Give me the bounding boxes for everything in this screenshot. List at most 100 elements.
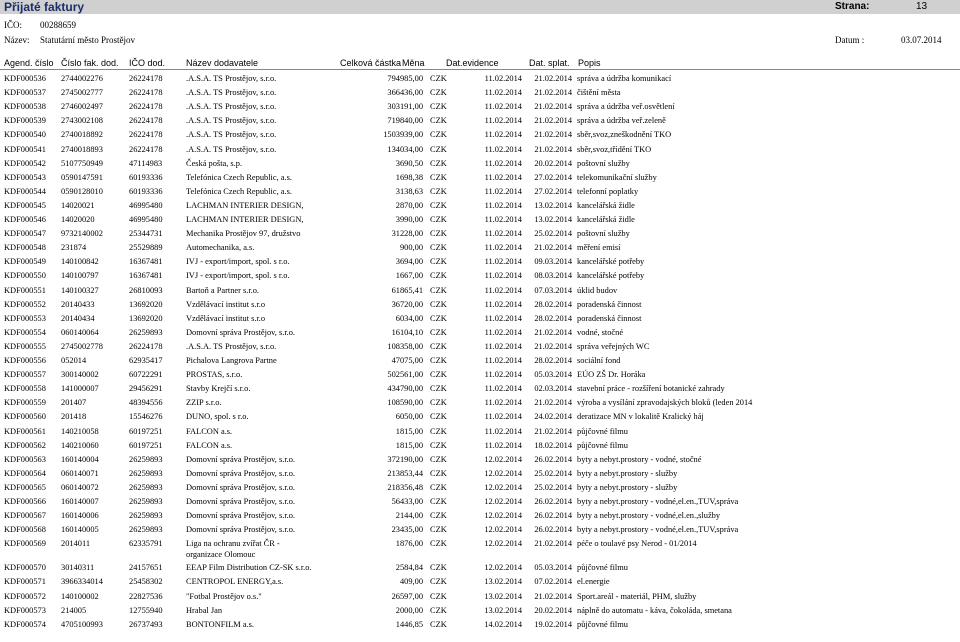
row-date-due: 21.02.2014 xyxy=(534,144,572,154)
row-date-evidence: 11.02.2014 xyxy=(484,243,522,253)
row-amount: 2000,00 xyxy=(395,605,423,615)
table-row: KDF000559 201407 48394556 ZZIP s.r.o. 108590… xyxy=(0,397,960,410)
table-row: KDF000560 201418 15546276 DUNO, spol. s r.o… xyxy=(0,411,960,424)
row-agenda: KDF000567 xyxy=(4,511,46,521)
row-supplier-name: .A.S.A. TS Prostějov, s.r.o. xyxy=(186,102,277,112)
row-agenda: KDF000549 xyxy=(4,257,46,267)
row-date-due: 21.02.2014 xyxy=(534,74,572,83)
row-agenda: KDF000544 xyxy=(4,186,46,196)
row-currency: CZK xyxy=(430,370,447,380)
row-invoice-number: 2743002108 xyxy=(61,116,103,126)
row-currency: CZK xyxy=(430,511,447,521)
row-agenda: KDF000547 xyxy=(4,229,46,239)
row-date-evidence: 11.02.2014 xyxy=(484,370,522,380)
row-invoice-number: 0590128010 xyxy=(61,186,103,196)
row-supplier-name: BONTONFILM a.s. xyxy=(186,619,255,629)
row-date-evidence: 11.02.2014 xyxy=(484,144,522,154)
row-agenda: KDF000557 xyxy=(4,370,46,380)
row-description: byty a nebyt.prostory - vodné,el.en.,TUV… xyxy=(577,525,739,535)
row-amount: 2144,00 xyxy=(395,511,423,521)
row-agenda: KDF000569 xyxy=(4,539,46,549)
row-description: stavební práce - rozšíření botanické zah… xyxy=(577,384,725,394)
row-supplier-ico: 13692020 xyxy=(129,313,163,323)
row-date-due: 02.03.2014 xyxy=(534,384,572,394)
report-title: Přijaté faktury xyxy=(4,0,85,14)
row-supplier-ico: 26224178 xyxy=(129,88,163,98)
col-mena: Měna xyxy=(402,58,425,68)
row-invoice-number: 160140004 xyxy=(61,454,99,464)
row-date-due: 21.02.2014 xyxy=(534,398,572,408)
row-supplier-name: IVJ - export/import, spol. s r.o. xyxy=(186,271,290,281)
row-supplier-ico: 26224178 xyxy=(129,74,163,83)
row-date-due: 21.02.2014 xyxy=(534,426,572,436)
row-supplier-name: Domovní správa Prostějov, s.r.o. xyxy=(186,454,296,464)
row-supplier-ico: 60722291 xyxy=(129,370,163,380)
row-date-evidence: 11.02.2014 xyxy=(484,116,522,126)
row-supplier-name: Mechanika Prostějov 97, družstvo xyxy=(186,229,301,239)
row-currency: CZK xyxy=(430,412,447,422)
row-date-due: 18.02.2014 xyxy=(534,440,572,450)
row-supplier-name: IVJ - export/import, spol. s r.o. xyxy=(186,257,290,267)
row-amount: 6050,00 xyxy=(395,412,423,422)
row-currency: CZK xyxy=(430,144,447,154)
row-date-evidence: 11.02.2014 xyxy=(484,341,522,351)
row-supplier-name: FALCON a.s. xyxy=(186,440,233,450)
row-date-evidence: 12.02.2014 xyxy=(484,563,522,573)
row-invoice-number: 140210060 xyxy=(61,440,99,450)
row-date-due: 21.02.2014 xyxy=(534,116,572,126)
table-row: KDF000545 14020021 46995480 LACHMAN INTERIE… xyxy=(0,200,960,213)
row-currency: CZK xyxy=(430,74,447,83)
row-date-due: 28.02.2014 xyxy=(534,356,572,365)
row-description: náplně do automatu - káva, čokoláda, sme… xyxy=(577,605,732,615)
table-row: KDF000563 160140004 26259893 Domovní správa… xyxy=(0,454,960,467)
row-currency: CZK xyxy=(430,257,447,267)
row-amount: 794985,00 xyxy=(387,74,423,83)
row-currency: CZK xyxy=(430,158,447,168)
row-currency: CZK xyxy=(430,482,447,492)
row-invoice-number: 2745002778 xyxy=(61,341,103,351)
row-invoice-number: 140100327 xyxy=(61,285,99,295)
row-amount: 1667,00 xyxy=(395,271,423,281)
table-row: KDF000564 060140071 26259893 Domovní správa… xyxy=(0,468,960,481)
row-date-evidence: 11.02.2014 xyxy=(484,356,522,365)
table-row: KDF000562 140210060 60197251 FALCON a.s. 181… xyxy=(0,440,960,453)
table-row: KDF000558 141000007 29456291 Stavby Krejčí … xyxy=(0,383,960,396)
row-currency: CZK xyxy=(430,440,447,450)
row-description: poštovní služby xyxy=(577,229,630,239)
row-invoice-number: 14020020 xyxy=(61,215,95,224)
row-date-due: 13.02.2014 xyxy=(534,200,572,210)
table-row: KDF000537 2745002777 26224178 .A.S.A. TS Pr… xyxy=(0,87,960,100)
row-invoice-number: 141000007 xyxy=(61,384,99,394)
ico-label: IČO: xyxy=(4,20,22,30)
table-row: KDF000539 2743002108 26224178 .A.S.A. TS Pr… xyxy=(0,115,960,128)
table-row: KDF000554 060140064 26259893 Domovní správa… xyxy=(0,327,960,340)
row-currency: CZK xyxy=(430,215,447,224)
row-supplier-name: CENTROPOL ENERGY,a.s. xyxy=(186,577,284,587)
row-description: správa a údržba komunikací xyxy=(577,74,672,83)
row-supplier-ico: 26259893 xyxy=(129,525,163,535)
row-date-due: 07.02.2014 xyxy=(534,577,572,587)
row-amount: 56433,00 xyxy=(391,497,423,506)
row-invoice-number: 2740018892 xyxy=(61,130,103,140)
row-date-evidence: 14.02.2014 xyxy=(484,619,522,629)
row-invoice-number: 2746002497 xyxy=(61,102,103,112)
row-amount: 2584,84 xyxy=(395,563,423,573)
row-supplier-ico: 26259893 xyxy=(129,511,163,521)
row-supplier-ico: 26259893 xyxy=(129,468,163,478)
row-date-evidence: 11.02.2014 xyxy=(484,88,522,98)
row-currency: CZK xyxy=(430,591,447,601)
row-description: Sport.areál - materiál, PHM, služby xyxy=(577,591,697,601)
row-date-due: 13.02.2014 xyxy=(534,215,572,224)
datum-label: Datum : xyxy=(835,35,865,45)
col-ico: IČO dod. xyxy=(129,58,166,68)
row-amount: 108358,00 xyxy=(387,341,423,351)
row-date-evidence: 11.02.2014 xyxy=(484,215,522,224)
table-row: KDF000561 140210058 60197251 FALCON a.s. 181… xyxy=(0,426,960,439)
row-amount: 61865,41 xyxy=(391,285,423,295)
row-currency: CZK xyxy=(430,299,447,309)
row-agenda: KDF000566 xyxy=(4,497,46,506)
row-date-due: 19.02.2014 xyxy=(534,619,572,629)
row-agenda: KDF000543 xyxy=(4,172,46,182)
row-supplier-name: Pichalova Langrova Partne xyxy=(186,356,277,365)
table-row: KDF000568 160140005 26259893 Domovní správa… xyxy=(0,524,960,537)
